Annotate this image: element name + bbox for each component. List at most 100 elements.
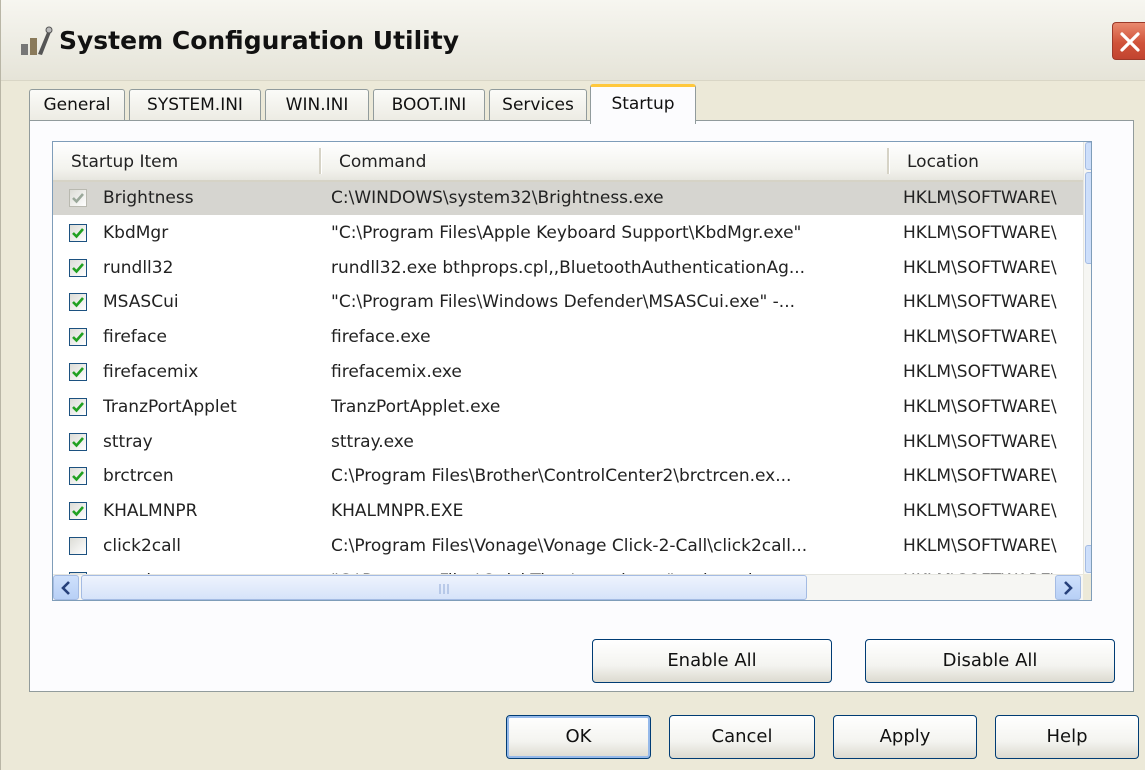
item-command: TranzPortApplet.exe bbox=[331, 396, 501, 417]
item-location: HKLM\SOFTWARE\ bbox=[903, 396, 1057, 417]
tab-startup[interactable]: Startup bbox=[590, 84, 696, 124]
chevron-right-icon bbox=[1064, 581, 1073, 595]
item-location: HKLM\SOFTWARE\ bbox=[903, 501, 1057, 522]
list-item[interactable]: MSASCui "C:\Program Files\Windows Defende… bbox=[53, 286, 1083, 319]
item-location: HKLM\SOFTWARE\ bbox=[903, 536, 1057, 556]
column-header-startup-item[interactable]: Startup Item bbox=[53, 142, 321, 180]
item-command: C:\Program Files\Brother\ControlCenter2\… bbox=[331, 466, 792, 487]
checkmark-icon bbox=[72, 506, 84, 517]
item-name: brctrcen bbox=[103, 466, 174, 487]
close-icon bbox=[1120, 32, 1140, 52]
item-command: C:\WINDOWS\system32\Brightness.exe bbox=[331, 188, 664, 208]
checkmark-icon bbox=[72, 401, 84, 413]
item-location: HKLM\SOFTWARE\ bbox=[903, 565, 1081, 574]
title-bar[interactable]: System Configuration Utility bbox=[1, 0, 1145, 81]
checkmark-icon bbox=[72, 262, 84, 274]
item-command: "C:\Program Files\Apple Keyboard Support… bbox=[331, 222, 802, 243]
column-header-command[interactable]: Command bbox=[321, 142, 885, 180]
chevron-left-icon bbox=[61, 581, 70, 595]
item-location: HKLM\SOFTWARE\ bbox=[903, 362, 1057, 382]
item-name: click2call bbox=[103, 536, 182, 556]
grip-icon bbox=[439, 584, 449, 594]
tab-strip: General SYSTEM.INI WIN.INI BOOT.INI Serv… bbox=[29, 84, 729, 124]
tab-system-ini[interactable]: SYSTEM.INI bbox=[129, 89, 261, 121]
list-item[interactable]: KbdMgr "C:\Program Files\Apple Keyboard S… bbox=[53, 217, 1083, 250]
close-button[interactable] bbox=[1112, 22, 1145, 60]
tab-general[interactable]: General bbox=[29, 89, 125, 121]
item-checkbox[interactable] bbox=[69, 467, 87, 486]
item-location: HKLM\SOFTWARE\ bbox=[903, 292, 1057, 313]
scroll-left-button[interactable] bbox=[53, 575, 79, 600]
list-item[interactable]: TranzPortApplet TranzPortApplet.exe HKLM\S… bbox=[53, 391, 1083, 424]
list-item[interactable]: qttask"C:\Program Files\QuickTime\qttask… bbox=[53, 565, 1083, 574]
window-title: System Configuration Utility bbox=[59, 26, 459, 55]
item-checkbox[interactable] bbox=[69, 363, 87, 381]
scroll-up-button[interactable] bbox=[1085, 142, 1092, 170]
item-command: fireface.exe bbox=[331, 327, 431, 348]
item-checkbox[interactable] bbox=[69, 537, 87, 555]
scroll-right-button[interactable] bbox=[1055, 575, 1081, 600]
tab-win-ini[interactable]: WIN.INI bbox=[265, 89, 369, 121]
item-checkbox[interactable] bbox=[69, 328, 87, 347]
item-checkbox[interactable] bbox=[69, 223, 87, 242]
checkmark-icon bbox=[72, 297, 84, 308]
item-checkbox[interactable] bbox=[69, 432, 87, 451]
item-command: "C:\Program Files\QuickTime\qttask.exe" … bbox=[331, 565, 891, 574]
item-checkbox[interactable] bbox=[69, 502, 87, 521]
scrollbar-corner bbox=[1083, 574, 1091, 600]
checkmark-icon bbox=[72, 193, 84, 204]
disable-all-button[interactable]: Disable All bbox=[865, 639, 1115, 683]
checkmark-icon bbox=[72, 367, 84, 378]
list-item[interactable]: firefacemix firefacemix.exe HKLM\SOFTWARE\ bbox=[53, 356, 1083, 389]
list-item[interactable]: sttray sttray.exe HKLM\SOFTWARE\ bbox=[53, 426, 1083, 459]
startup-list[interactable]: Startup Item Command Location Brightness… bbox=[52, 141, 1092, 601]
vertical-scroll-thumb[interactable] bbox=[1085, 172, 1091, 264]
horizontal-scroll-thumb[interactable] bbox=[81, 575, 807, 600]
checkmark-icon bbox=[72, 436, 84, 448]
list-item[interactable]: Brightness C:\WINDOWS\system32\Brightness… bbox=[53, 182, 1083, 215]
item-location: HKLM\SOFTWARE\ bbox=[903, 188, 1057, 208]
column-header-location[interactable]: Location bbox=[889, 142, 1089, 180]
dialog-window: System Configuration Utility General SYS… bbox=[0, 0, 1145, 770]
scroll-down-button[interactable] bbox=[1085, 545, 1092, 573]
item-name: MSASCui bbox=[103, 292, 179, 313]
item-location: HKLM\SOFTWARE\ bbox=[903, 257, 1057, 278]
item-command: C:\Program Files\Vonage\Vonage Click-2-C… bbox=[331, 536, 808, 556]
horizontal-scrollbar[interactable] bbox=[53, 574, 1083, 600]
list-item[interactable]: KHALMNPR KHALMNPR.EXE HKLM\SOFTWARE\ bbox=[53, 495, 1083, 528]
checkmark-icon bbox=[72, 471, 84, 482]
item-location: HKLM\SOFTWARE\ bbox=[903, 327, 1057, 348]
item-name: KHALMNPR bbox=[103, 501, 198, 522]
item-command: rundll32.exe bthprops.cpl,,BluetoothAuth… bbox=[331, 257, 806, 278]
enable-all-button[interactable]: Enable All bbox=[592, 639, 832, 683]
item-checkbox[interactable] bbox=[69, 189, 87, 207]
chevron-up-icon bbox=[1086, 143, 1092, 169]
item-location: HKLM\SOFTWARE\ bbox=[903, 222, 1057, 243]
list-item[interactable]: fireface fireface.exe HKLM\SOFTWARE\ bbox=[53, 321, 1083, 354]
help-button[interactable]: Help bbox=[995, 715, 1139, 759]
chevron-down-icon bbox=[1086, 546, 1092, 572]
item-name: fireface bbox=[103, 327, 167, 348]
list-item[interactable]: rundll32 rundll32.exe bthprops.cpl,,Bluet… bbox=[53, 252, 1083, 285]
ok-button[interactable]: OK bbox=[506, 715, 651, 759]
list-item[interactable]: brctrcen C:\Program Files\Brother\Control… bbox=[53, 460, 1083, 493]
item-name: firefacemix bbox=[103, 362, 199, 382]
item-name: TranzPortApplet bbox=[103, 396, 237, 417]
checkmark-icon bbox=[72, 227, 84, 239]
item-name: KbdMgr bbox=[103, 222, 169, 243]
item-checkbox[interactable] bbox=[69, 397, 87, 416]
tab-services[interactable]: Services bbox=[489, 89, 587, 121]
item-command: KHALMNPR.EXE bbox=[331, 501, 464, 522]
vertical-scrollbar[interactable] bbox=[1083, 142, 1092, 574]
item-location: HKLM\SOFTWARE\ bbox=[903, 466, 1057, 487]
item-name: rundll32 bbox=[103, 257, 174, 278]
item-checkbox[interactable] bbox=[69, 293, 87, 312]
item-name: qttask bbox=[103, 565, 343, 574]
item-checkbox[interactable] bbox=[69, 258, 87, 277]
cancel-button[interactable]: Cancel bbox=[669, 715, 815, 759]
item-name: sttray bbox=[103, 431, 153, 452]
list-item[interactable]: click2call C:\Program Files\Vonage\Vonage… bbox=[53, 530, 1083, 563]
apply-button[interactable]: Apply bbox=[833, 715, 977, 759]
tab-boot-ini[interactable]: BOOT.INI bbox=[373, 89, 485, 121]
item-location: HKLM\SOFTWARE\ bbox=[903, 431, 1057, 452]
